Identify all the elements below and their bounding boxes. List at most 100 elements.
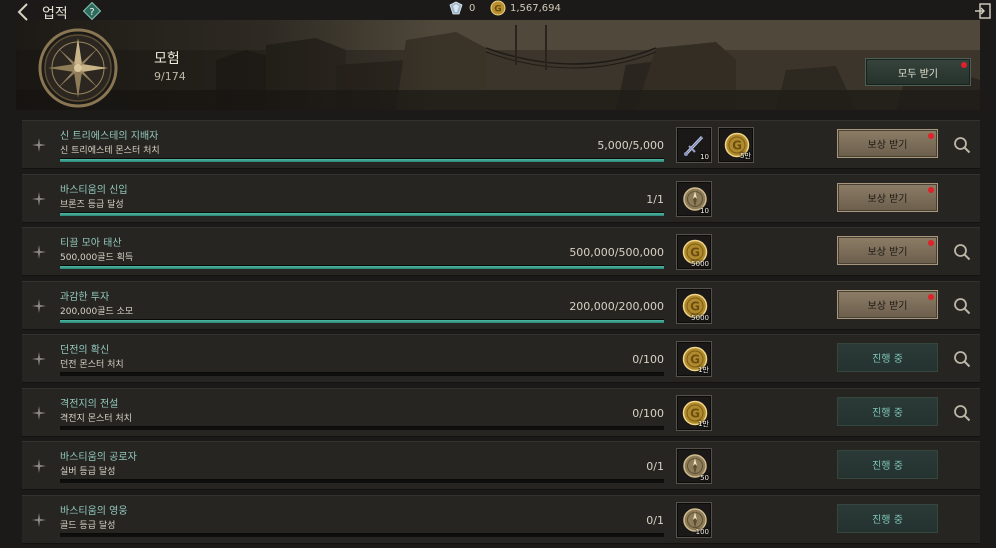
claim-all-button[interactable]: 모두 받기	[865, 58, 971, 86]
magnifier-icon[interactable]	[953, 243, 971, 261]
status-label: 진행 중	[872, 461, 903, 472]
progress-bar	[60, 426, 664, 430]
status-label: 진행 중	[872, 354, 903, 365]
reward-quantity: 100	[695, 528, 709, 536]
in-progress-status: 진행 중	[837, 397, 938, 426]
achievement-row: 던전의 확신 던전 몬스터 처치 0/100 G 1만 진행 중	[22, 334, 980, 383]
achievement-count: 1/1	[646, 193, 664, 206]
status-label: 진행 중	[872, 515, 903, 526]
category-progress: 9/174	[154, 70, 186, 83]
reward-quantity: 10	[700, 207, 709, 215]
achievement-count: 500,000/500,000	[569, 246, 664, 259]
in-progress-status: 진행 중	[837, 343, 938, 372]
claim-reward-button[interactable]: 보상 받기	[837, 183, 938, 212]
progress-bar-fill	[60, 320, 664, 323]
progress-bar-fill	[60, 266, 664, 269]
progress-bar-fill	[60, 159, 664, 162]
magnifier-icon[interactable]	[953, 136, 971, 154]
reward-slot[interactable]: 10	[676, 127, 712, 163]
achievement-row: 신 트리에스테의 지배자 신 트리에스테 몬스터 처치 5,000/5,000 10 G…	[22, 120, 980, 169]
achievement-count: 0/1	[646, 460, 664, 473]
achievement-count: 0/100	[632, 407, 664, 420]
reward-slot[interactable]: 50	[676, 448, 712, 484]
achievement-row: 티끌 모아 태산 500,000골드 획득 500,000/500,000 G 5000…	[22, 227, 980, 276]
achievement-row: 바스티움의 영웅골드 등급 달성 0/1 100 진행 중	[22, 495, 980, 544]
sparkle-icon	[32, 352, 46, 366]
progress-bar	[60, 265, 664, 269]
achievement-description: 브론즈 등급 달성	[60, 200, 124, 210]
reward-quantity: 5000	[691, 260, 709, 268]
notification-dot	[928, 133, 934, 139]
notification-dot	[928, 187, 934, 193]
reward-quantity: 1만	[698, 420, 709, 428]
achievement-title: 과감한 투자	[60, 292, 110, 303]
reward-slot[interactable]: G 5만	[718, 127, 754, 163]
achievement-description: 실버 등급 달성	[60, 467, 116, 477]
achievement-description: 200,000골드 소모	[60, 307, 134, 317]
reward-slot[interactable]: 10	[676, 181, 712, 217]
crystal-amount: 0	[469, 2, 476, 14]
notification-dot	[961, 62, 967, 68]
svg-text:G: G	[494, 5, 501, 15]
progress-bar	[60, 319, 664, 323]
reward-quantity: 10	[700, 153, 709, 161]
achievement-description: 격전지 몬스터 처치	[60, 414, 132, 424]
achievement-description: 골드 등급 달성	[60, 521, 116, 531]
achievement-description: 500,000골드 획득	[60, 253, 134, 263]
reward-slot[interactable]: G 1만	[676, 395, 712, 431]
svg-text:G: G	[690, 246, 700, 260]
notification-dot	[928, 294, 934, 300]
crystal-currency: 0	[447, 0, 475, 16]
category-name: 모험	[154, 51, 180, 67]
achievement-title: 던전의 확신	[60, 345, 110, 356]
sparkle-icon	[32, 513, 46, 527]
achievement-row: 바스티움의 공로자실버 등급 달성 0/1 50 진행 중	[22, 441, 980, 490]
claim-reward-button[interactable]: 보상 받기	[837, 290, 938, 319]
progress-bar	[60, 533, 664, 537]
achievement-title: 신 트리에스테의 지배자	[60, 131, 159, 142]
claim-all-label: 모두 받기	[898, 68, 938, 80]
sparkle-icon	[32, 299, 46, 313]
help-icon[interactable]: ?	[83, 2, 101, 20]
magnifier-icon[interactable]	[953, 297, 971, 315]
magnifier-icon[interactable]	[953, 404, 971, 422]
achievement-count: 0/100	[632, 353, 664, 366]
progress-bar	[60, 479, 664, 483]
gold-amount: 1,567,694	[510, 2, 561, 14]
reward-slot[interactable]: 100	[676, 502, 712, 538]
reward-quantity: 5000	[691, 314, 709, 322]
sparkle-icon	[32, 406, 46, 420]
compass-emblem-icon	[38, 28, 118, 108]
achievement-title: 바스티움의 공로자	[60, 452, 137, 463]
category-banner: 모험 9/174 모두 받기	[16, 20, 980, 110]
svg-text:?: ?	[89, 7, 94, 18]
page-title: 업적	[42, 6, 68, 22]
reward-slot[interactable]: G 1만	[676, 341, 712, 377]
claim-reward-label: 보상 받기	[867, 301, 908, 312]
sparkle-icon	[32, 459, 46, 473]
in-progress-status: 진행 중	[837, 504, 938, 533]
magnifier-icon[interactable]	[953, 350, 971, 368]
back-arrow-icon[interactable]	[14, 2, 34, 22]
reward-quantity: 50	[700, 474, 709, 482]
progress-bar	[60, 158, 664, 162]
achievement-row: 바스티움의 신입브론즈 등급 달성 1/1 10 보상 받기	[22, 174, 980, 223]
progress-bar	[60, 212, 664, 216]
achievement-row: 격전지의 전설 격전지 몬스터 처치 0/100 G 1만 진행 중	[22, 388, 980, 437]
sparkle-icon	[32, 192, 46, 206]
claim-reward-label: 보상 받기	[867, 140, 908, 151]
reward-slot[interactable]: G 5000	[676, 234, 712, 270]
sparkle-icon	[32, 138, 46, 152]
achievement-title: 바스티움의 영웅	[60, 506, 128, 517]
reward-slot[interactable]: G 5000	[676, 288, 712, 324]
notification-dot	[928, 240, 934, 246]
exit-icon[interactable]	[974, 2, 992, 20]
achievement-count: 0/1	[646, 514, 664, 527]
status-label: 진행 중	[872, 408, 903, 419]
sparkle-icon	[32, 245, 46, 259]
achievement-title: 바스티움의 신입	[60, 185, 128, 196]
achievement-count: 5,000/5,000	[597, 139, 664, 152]
claim-reward-button[interactable]: 보상 받기	[837, 236, 938, 265]
claim-reward-button[interactable]: 보상 받기	[837, 129, 938, 158]
svg-text:G: G	[690, 300, 700, 314]
